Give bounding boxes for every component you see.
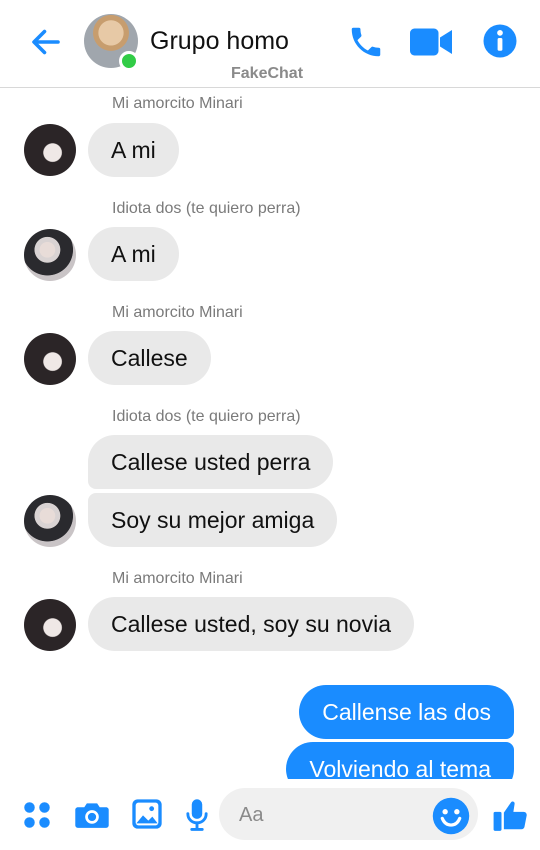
fakechat-watermark: FakeChat bbox=[231, 65, 304, 82]
message-bubble[interactable]: Callese usted, soy su novia bbox=[88, 597, 414, 651]
chat-title[interactable]: Grupo homo bbox=[150, 27, 289, 56]
sender-avatar[interactable] bbox=[24, 333, 76, 385]
online-status-indicator bbox=[119, 51, 139, 71]
camera-icon[interactable] bbox=[74, 800, 110, 830]
message-list[interactable]: Mi amorcito Minari A mi Idiota dos (te q… bbox=[0, 88, 540, 779]
chat-header: Grupo homo FakeChat bbox=[0, 0, 540, 88]
info-icon[interactable] bbox=[482, 23, 518, 59]
thumbs-up-icon[interactable] bbox=[492, 795, 530, 835]
phone-icon[interactable] bbox=[347, 23, 385, 61]
sender-avatar[interactable] bbox=[24, 495, 76, 547]
outgoing-message-bubble[interactable]: Callense las dos bbox=[299, 685, 514, 739]
sender-name: Mi amorcito Minari bbox=[112, 570, 243, 587]
sender-name: Mi amorcito Minari bbox=[112, 304, 243, 321]
sender-avatar[interactable] bbox=[24, 124, 76, 176]
message-bubble[interactable]: Callese usted perra bbox=[88, 435, 334, 489]
video-camera-icon[interactable] bbox=[410, 27, 452, 57]
outgoing-message-bubble[interactable]: Volviendo al tema bbox=[286, 742, 514, 779]
sender-avatar[interactable] bbox=[24, 599, 76, 651]
back-arrow-icon[interactable] bbox=[28, 24, 64, 60]
sender-name: Idiota dos (te quiero perra) bbox=[112, 200, 301, 217]
microphone-icon[interactable] bbox=[184, 798, 210, 832]
sender-name: Mi amorcito Minari bbox=[112, 95, 243, 112]
message-bubble[interactable]: Callese bbox=[88, 331, 211, 385]
sender-name: Idiota dos (te quiero perra) bbox=[112, 408, 301, 425]
message-bubble[interactable]: A mi bbox=[88, 227, 179, 281]
image-icon[interactable] bbox=[131, 798, 163, 830]
message-bubble[interactable]: A mi bbox=[88, 123, 179, 177]
more-actions-icon[interactable] bbox=[22, 800, 52, 830]
message-input[interactable] bbox=[237, 788, 431, 842]
message-bubble[interactable]: Soy su mejor amiga bbox=[88, 493, 338, 547]
sender-avatar[interactable] bbox=[24, 229, 76, 281]
smiley-icon[interactable] bbox=[432, 797, 470, 835]
